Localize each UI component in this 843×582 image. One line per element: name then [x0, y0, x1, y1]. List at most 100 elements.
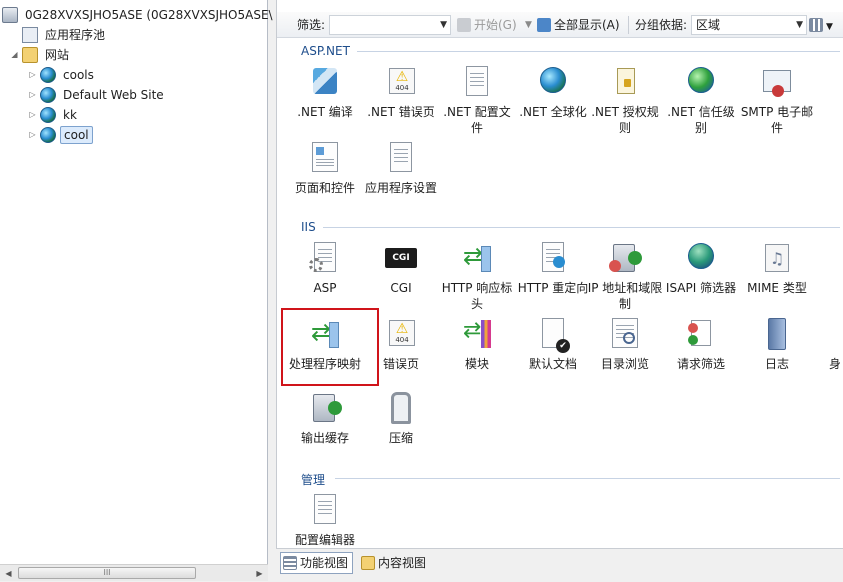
feature-smtp-email[interactable]: SMTP 电子邮件 [739, 64, 815, 136]
feature-http-redirect[interactable]: HTTP 重定向 [515, 240, 591, 296]
tab-features-view[interactable]: 功能视图 [280, 552, 354, 574]
feature-mime-types[interactable]: MIME 类型 [739, 240, 815, 296]
feature-ssl-settings[interactable]: SSL [815, 240, 843, 296]
feature-asp[interactable]: ASP [287, 240, 363, 296]
filter-combobox[interactable]: ▼ [329, 15, 451, 35]
tree-node-site-label: Default Web Site [63, 88, 164, 102]
modules-icon [459, 316, 495, 352]
scroll-left-arrow-icon[interactable]: ◀ [0, 565, 17, 582]
tree-node-site-selected[interactable]: cool [40, 126, 93, 144]
feature-session-state[interactable]: 会话 [815, 64, 843, 120]
feature-label: ISAPI 筛选器 [665, 281, 737, 295]
show-all-button[interactable]: 全部显示(A) [537, 16, 620, 34]
feature-label: CGI [390, 281, 412, 295]
feature-label: .NET 授权规则 [591, 105, 659, 135]
tree-node-server[interactable]: 0G28XVXSJHO5ASE (0G28XVXSJHO5ASE\ [2, 6, 276, 24]
feature-label: 默认文档 [528, 357, 577, 371]
feature-label: MIME 类型 [747, 281, 807, 295]
trust-globe-icon [683, 64, 719, 100]
filter-label: 筛选: [297, 18, 326, 32]
tree-node-app-pools-label: 应用程序池 [45, 28, 106, 42]
lock-document-icon [607, 64, 643, 100]
tree-node-site-label: kk [63, 108, 77, 122]
show-all-label: 全部显示(A) [554, 18, 620, 32]
expand-arrow-icon[interactable]: ▷ [28, 66, 37, 84]
feature-net-compilation[interactable]: .NET 编译 [287, 64, 363, 120]
sites-collapse-arrow-icon[interactable]: ◢ [10, 46, 19, 64]
feature-modules[interactable]: 模块 [439, 316, 515, 372]
feature-net-profile[interactable]: .NET 配置文件 [439, 64, 515, 136]
feature-label: HTTP 响应标头 [441, 281, 513, 311]
tree-node-sites[interactable]: 网站 [22, 46, 72, 64]
group-by-label: 分组依据: [635, 18, 688, 32]
feature-label: 模块 [464, 357, 489, 371]
feature-compression[interactable]: 压缩 [363, 390, 439, 446]
highlight-box [281, 308, 379, 386]
group-by-combobox[interactable]: 区域 ▼ [691, 15, 807, 35]
mime-types-icon [759, 240, 795, 276]
feature-isapi-filters[interactable]: ISAPI 筛选器 [663, 240, 739, 296]
feature-net-error-pages[interactable]: .NET 错误页 [363, 64, 439, 120]
feature-label: 日志 [764, 357, 789, 371]
content-view-icon [361, 556, 375, 570]
feature-label: .NET 全球化 [519, 105, 587, 119]
globe-icon [40, 107, 56, 123]
feature-net-trust-levels[interactable]: .NET 信任级别 [663, 64, 739, 136]
start-button[interactable]: 开始(G) [457, 16, 517, 34]
feature-default-document[interactable]: 默认文档 [515, 316, 591, 372]
globe-icon [40, 67, 56, 83]
feature-pages-controls[interactable]: 页面和控件 [287, 140, 363, 196]
feature-app-settings[interactable]: 应用程序设置 [363, 140, 439, 196]
feature-directory-browsing[interactable]: 目录浏览 [587, 316, 663, 372]
feature-authentication[interactable]: 身份验证 [815, 316, 843, 372]
tree-node-site[interactable]: Default Web Site [40, 86, 167, 104]
pages-controls-icon [307, 140, 343, 176]
expand-arrow-icon[interactable]: ▷ [28, 86, 37, 104]
dropdown-arrow-icon[interactable]: ▼ [440, 16, 447, 34]
feature-output-caching[interactable]: 输出缓存 [287, 390, 363, 446]
dropdown-arrow-icon[interactable]: ▼ [796, 16, 803, 34]
feature-label: 页面和控件 [294, 181, 355, 195]
feature-label: .NET 信任级别 [667, 105, 735, 135]
tab-content-view-label: 内容视图 [378, 556, 427, 570]
error-page-404-icon [383, 316, 419, 352]
feature-ip-domain-restrictions[interactable]: IP 地址和域限制 [587, 240, 663, 312]
feature-label: 应用程序设置 [364, 181, 437, 195]
view-grid-icon [809, 18, 823, 32]
feature-logging[interactable]: 日志 [739, 316, 815, 372]
app-settings-icon [383, 140, 419, 176]
section-title-iis: IIS [301, 220, 316, 234]
expand-arrow-icon[interactable]: ▷ [28, 106, 37, 124]
start-dropdown-arrow-icon[interactable]: ▼ [525, 16, 532, 34]
connections-tree: 0G28XVXSJHO5ASE (0G28XVXSJHO5ASE\ 应用程序池 … [0, 0, 273, 581]
tree-node-site[interactable]: kk [40, 106, 80, 124]
feature-request-filtering[interactable]: 请求筛选 [663, 316, 739, 372]
feature-http-response-headers[interactable]: HTTP 响应标头 [439, 240, 515, 312]
filter-toolbar: 筛选: ▼ 开始(G) ▼ 全部显示(A) 分组依据: 区域 ▼ ▼ [277, 12, 843, 38]
feature-net-globalization[interactable]: .NET 全球化 [515, 64, 591, 120]
feature-label: HTTP 重定向 [517, 281, 589, 295]
feature-cgi[interactable]: CGI CGI [363, 240, 439, 296]
feature-label: 会话 [815, 104, 843, 120]
logging-icon [759, 316, 795, 352]
scrollbar-thumb[interactable]: III [18, 567, 196, 579]
default-document-icon [535, 316, 571, 353]
feature-net-authorization-rules[interactable]: .NET 授权规则 [587, 64, 663, 136]
tree-node-app-pools[interactable]: 应用程序池 [22, 26, 108, 44]
output-caching-icon [307, 390, 343, 426]
view-mode-button[interactable]: ▼ [809, 16, 833, 34]
feature-label: SMTP 电子邮件 [740, 105, 814, 135]
globe-icon [40, 127, 56, 143]
scroll-right-arrow-icon[interactable]: ▶ [251, 565, 268, 582]
feature-configuration-editor[interactable]: 配置编辑器 [287, 492, 363, 548]
feature-label: .NET 错误页 [367, 105, 435, 119]
tree-horizontal-scrollbar[interactable]: ◀ III ▶ [0, 564, 268, 581]
section-divider [357, 51, 843, 52]
http-response-headers-icon [459, 240, 495, 276]
feature-label: 配置编辑器 [294, 533, 355, 547]
expand-arrow-icon[interactable]: ▷ [28, 126, 37, 144]
tree-node-site[interactable]: cools [40, 66, 97, 84]
section-title-aspnet: ASP.NET [301, 44, 350, 58]
tab-content-view[interactable]: 内容视图 [358, 552, 431, 574]
mail-icon [759, 64, 795, 100]
